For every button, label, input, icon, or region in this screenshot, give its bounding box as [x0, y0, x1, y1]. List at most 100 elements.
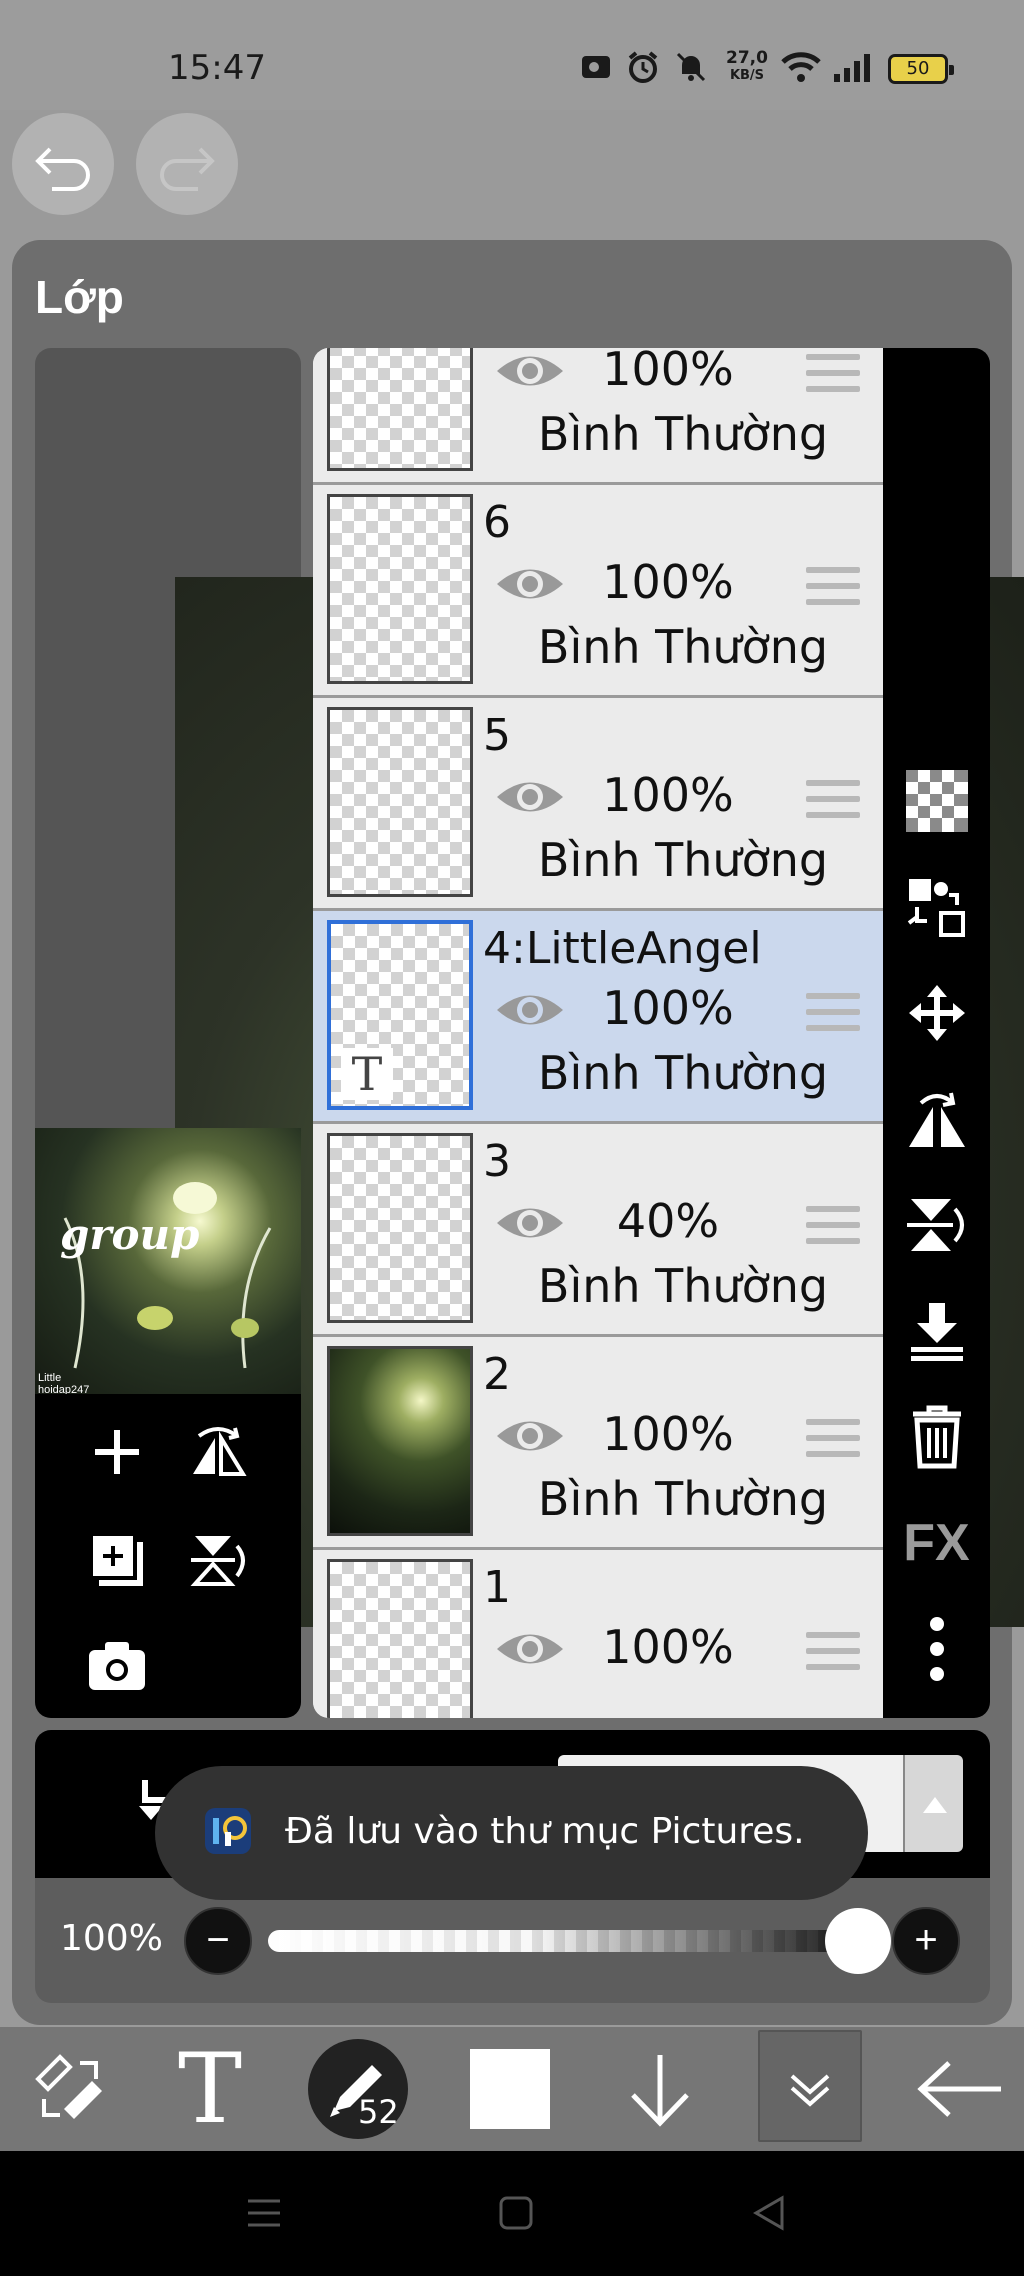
fx-button[interactable]: FX	[883, 1498, 990, 1588]
layer-thumbnail	[327, 1559, 473, 1718]
layer-row-4-selected[interactable]: T 4:LittleAngel 100% Bình Thường	[313, 911, 883, 1124]
layer-thumbnail	[327, 1133, 473, 1323]
opacity-minus-button[interactable]: −	[184, 1907, 252, 1975]
flip-vertical-icon	[906, 1199, 964, 1251]
opacity-plus-button[interactable]: +	[892, 1907, 960, 1975]
layer-row-5[interactable]: 5 100% Bình Thường	[313, 698, 883, 911]
tool-selection-button[interactable]	[0, 2027, 140, 2151]
layer-row-2[interactable]: 2 100% Bình Thường	[313, 1337, 883, 1550]
layer-opacity[interactable]: 100%	[593, 768, 743, 822]
preview-credit: Little hoidap247	[38, 1372, 89, 1396]
flip-vertical-button[interactable]	[883, 1180, 990, 1270]
visibility-eye-icon[interactable]	[495, 1626, 565, 1672]
color-picker-button[interactable]	[440, 2027, 580, 2151]
brush-tool-button[interactable]	[288, 2027, 428, 2151]
visibility-eye-icon[interactable]	[495, 987, 565, 1033]
layer-thumbnail	[327, 707, 473, 897]
layer-list[interactable]: 100% Bình Thường 6 100% Bình Thường 5 10…	[313, 348, 883, 1718]
flip-layer-vertical-icon[interactable]	[185, 1528, 251, 1592]
visibility-eye-icon[interactable]	[495, 348, 565, 394]
drag-handle-icon[interactable]	[806, 1632, 860, 1680]
drag-handle-icon[interactable]	[806, 780, 860, 828]
canvas-preview[interactable]	[35, 1128, 301, 1394]
layer-opacity[interactable]: 100%	[593, 1620, 743, 1674]
layer-thumbnail-photo	[327, 1346, 473, 1536]
layer-row-3[interactable]: 3 40% Bình Thường	[313, 1124, 883, 1337]
layer-blend-mode: Bình Thường	[537, 620, 829, 674]
undo-icon	[35, 147, 90, 191]
layer-thumbnail	[327, 348, 473, 471]
drag-handle-icon[interactable]	[806, 1206, 860, 1254]
layer-opacity[interactable]: 40%	[593, 1194, 743, 1248]
ibispaint-app-icon	[205, 1808, 251, 1854]
back-button[interactable]	[890, 2027, 1024, 2151]
opacity-slider-thumb[interactable]	[825, 1908, 891, 1974]
text-layer-badge: T	[341, 1048, 393, 1100]
camera-icon[interactable]	[85, 1638, 149, 1694]
drag-handle-icon[interactable]	[806, 354, 860, 402]
undo-button[interactable]	[12, 113, 114, 215]
layer-row-1[interactable]: 1 100%	[313, 1550, 883, 1718]
flip-layer-horizontal-icon[interactable]	[185, 1422, 251, 1482]
blend-mode-dropdown-button[interactable]	[903, 1755, 963, 1852]
duplicate-layer-icon[interactable]	[85, 1528, 149, 1592]
arrow-left-icon	[917, 2061, 1001, 2117]
network-speed-value: 27,0	[726, 48, 768, 68]
drag-handle-icon[interactable]	[806, 1419, 860, 1467]
move-button[interactable]	[883, 968, 990, 1058]
text-tool-button[interactable]: T	[140, 2027, 280, 2151]
layer-opacity[interactable]: 100%	[593, 555, 743, 609]
system-back-icon[interactable]	[752, 2195, 788, 2231]
brush-size-label: 52	[358, 2093, 399, 2131]
preview-credit-line1: Little	[38, 1372, 62, 1384]
home-icon[interactable]	[498, 2195, 534, 2231]
system-nav-bar	[0, 2151, 1024, 2276]
layer-opacity[interactable]: 100%	[593, 1407, 743, 1461]
transform-eraser-icon	[35, 2054, 102, 2119]
mute-icon	[676, 52, 706, 82]
flip-horizontal-button[interactable]	[883, 1074, 990, 1164]
visibility-eye-icon[interactable]	[495, 561, 565, 607]
layer-blend-mode: Bình Thường	[537, 407, 829, 461]
visibility-eye-icon[interactable]	[495, 1413, 565, 1459]
redo-button[interactable]	[136, 113, 238, 215]
delete-layer-button[interactable]	[883, 1392, 990, 1482]
layer-name: 4:LittleAngel	[483, 923, 762, 974]
layer-name: 6	[483, 497, 511, 548]
layer-blend-mode: Bình Thường	[537, 1472, 829, 1526]
move-arrows-icon	[908, 985, 965, 1041]
layer-opacity[interactable]: 100%	[593, 348, 743, 396]
more-options-button[interactable]	[883, 1604, 990, 1694]
merge-down-button[interactable]	[883, 1286, 990, 1376]
network-speed-unit: KB/S	[729, 68, 765, 83]
primary-color-swatch	[470, 2049, 550, 2129]
flip-horizontal-icon	[908, 1092, 965, 1147]
network-speed: 27,0 KB/S	[722, 50, 772, 84]
screen-record-icon	[582, 56, 610, 78]
opacity-slider[interactable]	[268, 1930, 858, 1952]
transparency-button[interactable]	[883, 756, 990, 846]
add-layer-icon[interactable]	[87, 1422, 147, 1482]
drag-handle-icon[interactable]	[806, 993, 860, 1041]
more-vertical-icon	[929, 1617, 944, 1681]
status-time: 15:47	[168, 48, 266, 88]
arrow-down-icon	[631, 2055, 689, 2127]
layer-thumbnail: T	[327, 920, 473, 1110]
download-merge-icon	[910, 1303, 963, 1361]
layer-opacity[interactable]: 100%	[593, 981, 743, 1035]
layer-name: 3	[483, 1136, 511, 1187]
battery-indicator: 50	[888, 54, 954, 84]
drag-handle-icon[interactable]	[806, 567, 860, 615]
recent-apps-icon[interactable]	[246, 2195, 282, 2231]
layer-blend-mode: Bình Thường	[537, 833, 829, 887]
move-down-button[interactable]	[590, 2027, 730, 2151]
leaf-decoration	[63, 1182, 272, 1369]
visibility-eye-icon[interactable]	[495, 774, 565, 820]
layer-row-top[interactable]: 100% Bình Thường	[313, 348, 883, 485]
visibility-eye-icon[interactable]	[495, 1200, 565, 1246]
layer-name: 2	[483, 1349, 511, 1400]
layer-row-6[interactable]: 6 100% Bình Thường	[313, 485, 883, 698]
transform-select-button[interactable]	[883, 862, 990, 952]
layer-panel-toggle-button[interactable]	[758, 2030, 862, 2142]
checkerboard-icon	[905, 770, 968, 832]
